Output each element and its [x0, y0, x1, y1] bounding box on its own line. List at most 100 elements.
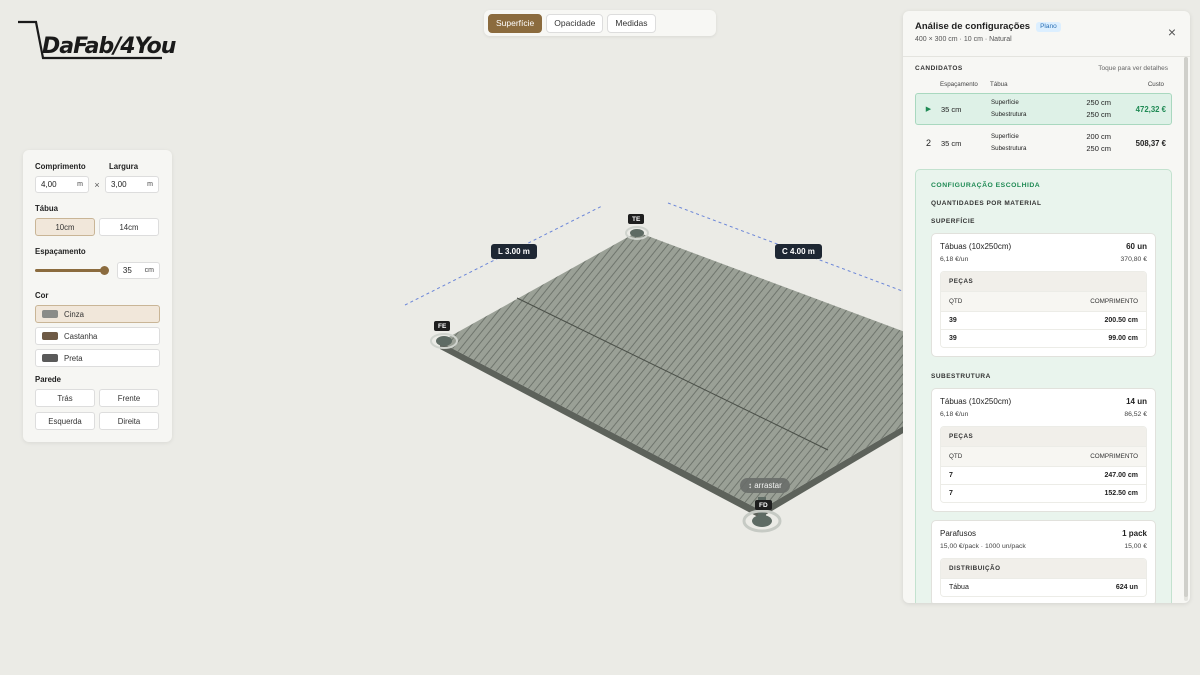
- chosen-configuration: CONFIGURAÇÃO ESCOLHIDA QUANTIDADES POR M…: [915, 169, 1172, 603]
- table-row: 7 152.50 cm: [941, 484, 1146, 502]
- configuration-panel: Comprimento Largura 4,00 m × 3,00 m Tábu…: [23, 150, 172, 442]
- material-unit-price: 6,18 €/un: [940, 256, 969, 263]
- deck-model[interactable]: [380, 180, 906, 550]
- distribution-table: DISTRIBUIÇÃO Tábua 624 un: [940, 558, 1147, 597]
- wall-front-button[interactable]: Frente: [99, 389, 159, 407]
- wall-left-button[interactable]: Esquerda: [35, 412, 95, 430]
- panel-subtitle: 400 × 300 cm · 10 cm · Natural: [915, 36, 1012, 43]
- material-qty: 1 pack: [1122, 529, 1147, 538]
- candidate-spacing: 35 cm: [941, 138, 962, 148]
- material-total: 370,80 €: [1120, 256, 1147, 263]
- surface-section-title: SUPERFÍCIE: [931, 218, 976, 225]
- piece-qty: 39: [949, 317, 957, 324]
- col-spacing: Espaçamento: [940, 81, 978, 88]
- length-unit: m: [77, 181, 83, 188]
- color-option-castanha[interactable]: Castanha: [35, 327, 160, 345]
- analysis-panel: Análise de configurações Plano 400 × 300…: [903, 11, 1190, 603]
- candidates-hint: Toque para ver detalhes: [1098, 65, 1168, 72]
- col-length: COMPRIMENTO: [1090, 298, 1138, 305]
- color-option-cinza[interactable]: Cinza: [35, 305, 160, 323]
- board-label: Tábua: [35, 204, 58, 213]
- distribution-label: Tábua: [949, 584, 969, 591]
- deck-3d-viewport[interactable]: TE FE FD L 3.00 m C 4.00 m ↕ arrastar: [380, 180, 906, 550]
- candidate-value: 250 cm: [1086, 110, 1111, 119]
- length-label: Comprimento: [35, 162, 86, 171]
- close-icon[interactable]: ×: [1168, 25, 1176, 39]
- spacing-slider-thumb[interactable]: [99, 266, 109, 275]
- piece-length: 247.00 cm: [1104, 472, 1138, 479]
- piece-length: 200.50 cm: [1104, 317, 1138, 324]
- chosen-title: CONFIGURAÇÃO ESCOLHIDA: [931, 182, 1041, 189]
- candidate-label: Superfície: [991, 133, 1019, 140]
- spacing-slider[interactable]: [35, 266, 109, 275]
- candidate-rank: 2: [925, 138, 931, 148]
- material-unit-price: 6,18 €/un: [940, 411, 969, 418]
- quantities-title: QUANTIDADES POR MATERIAL: [931, 200, 1042, 207]
- wall-label: Parede: [35, 375, 62, 384]
- material-qty: 14 un: [1126, 397, 1147, 406]
- table-row: 39 200.50 cm: [941, 311, 1146, 329]
- color-swatch: [42, 332, 58, 340]
- material-name: Tábuas (10x250cm): [940, 242, 1012, 251]
- length-dimension-label: C 4.00 m: [775, 244, 822, 259]
- col-qty: QTD: [949, 298, 963, 305]
- candidate-label: Subestrutura: [991, 111, 1027, 118]
- color-name: Preta: [64, 353, 83, 363]
- table-row: 39 99.00 cm: [941, 329, 1146, 347]
- candidate-row-1[interactable]: ▶ 35 cm Superfície Subestrutura 250 cm 2…: [915, 93, 1172, 125]
- app-logo: DaFab/4You: [16, 18, 176, 66]
- material-unit-price: 15,00 €/pack · 1000 un/pack: [940, 543, 1026, 550]
- material-qty: 60 un: [1126, 242, 1147, 251]
- board-14cm-button[interactable]: 14cm: [99, 218, 159, 236]
- color-label: Cor: [35, 291, 49, 300]
- candidate-spacing: 35 cm: [941, 104, 962, 114]
- tab-medidas[interactable]: Medidas: [607, 13, 656, 33]
- wall-right-button[interactable]: Direita: [99, 412, 159, 430]
- selected-arrow-icon: ▶: [925, 106, 932, 113]
- color-name: Cinza: [64, 309, 84, 319]
- candidate-row-2[interactable]: 2 35 cm Superfície Subestrutura 200 cm 2…: [915, 127, 1172, 159]
- width-unit: m: [147, 181, 153, 188]
- wall-back-button[interactable]: Trás: [35, 389, 95, 407]
- substructure-section-title: SUBESTRUTURA: [931, 373, 991, 380]
- width-dimension-label: L 3.00 m: [491, 244, 537, 259]
- board-10cm-button[interactable]: 10cm: [35, 218, 95, 236]
- candidate-value: 250 cm: [1086, 144, 1111, 153]
- spacing-unit: cm: [144, 267, 154, 274]
- distribution-value: 624 un: [1115, 584, 1138, 591]
- color-option-preta[interactable]: Preta: [35, 349, 160, 367]
- piece-length: 99.00 cm: [1108, 335, 1138, 342]
- piece-length: 152.50 cm: [1104, 490, 1138, 497]
- tab-opacidade[interactable]: Opacidade: [546, 13, 604, 33]
- times-sign: ×: [94, 179, 100, 190]
- distribution-title: DISTRIBUIÇÃO: [941, 559, 1146, 578]
- logo-text: DaFab/4You: [42, 34, 176, 59]
- material-name: Tábuas (10x250cm): [940, 397, 1012, 406]
- width-input[interactable]: 3,00 m: [105, 176, 159, 193]
- col-board: Tábua: [990, 81, 1008, 88]
- spacing-input[interactable]: 35 cm: [116, 262, 160, 279]
- piece-qty: 39: [949, 335, 957, 342]
- color-swatch: [42, 310, 58, 318]
- screws-material-card: Parafusos 1 pack 15,00 €/pack · 1000 un/…: [931, 520, 1156, 603]
- candidate-label: Superfície: [991, 99, 1019, 106]
- candidates-header: Espaçamento Tábua Custo: [915, 81, 1178, 88]
- panel-title: Análise de configurações: [915, 21, 1031, 32]
- material-total: 15,00 €: [1124, 543, 1147, 550]
- pieces-table: PEÇAS QTD COMPRIMENTO 39 200.50 cm 39 99…: [940, 271, 1147, 348]
- material-name: Parafusos: [940, 529, 977, 538]
- length-value: 4,00: [41, 180, 57, 189]
- col-cost: Custo: [1147, 81, 1164, 88]
- piece-qty: 7: [949, 490, 953, 497]
- corner-label-te: TE: [628, 214, 645, 224]
- color-name: Castanha: [64, 331, 98, 341]
- pieces-title: PEÇAS: [941, 272, 1146, 291]
- table-row: Tábua 624 un: [941, 578, 1146, 596]
- tab-superficie[interactable]: Superfície: [488, 13, 543, 33]
- material-total: 86,52 €: [1124, 411, 1147, 418]
- candidate-label: Subestrutura: [991, 145, 1027, 152]
- length-input[interactable]: 4,00 m: [35, 176, 89, 193]
- candidate-value: 250 cm: [1086, 98, 1111, 107]
- col-qty: QTD: [949, 453, 963, 460]
- view-mode-toggle: Superfície Opacidade Medidas: [484, 10, 716, 36]
